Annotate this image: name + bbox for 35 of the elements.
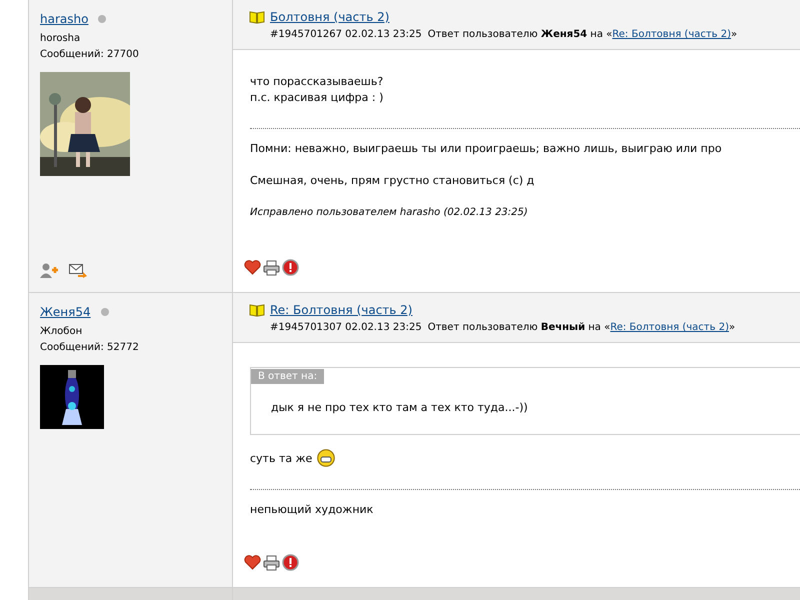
reply-info: Ответ пользователю Женя54 на « [428, 28, 612, 42]
user-title: Жлобон [40, 325, 84, 339]
signature-text: Помни: неважно, выиграешь ты или проиграешь; важно лишь, выиграю или про [250, 141, 723, 157]
signature-text: непьющий художник [250, 502, 374, 518]
printer-icon[interactable] [263, 260, 280, 276]
user-title: horosha [40, 32, 82, 46]
message-text: п.с. красивая цифра : ) [250, 90, 384, 106]
send-message-icon[interactable] [69, 264, 87, 278]
signature-text: Смешная, очень, прям грустно становиться (с) д [250, 173, 536, 189]
heart-icon[interactable] [244, 260, 261, 275]
message-text: что порассказываешь? [250, 74, 384, 90]
topic-link[interactable]: Re: Болтовня (часть 2) [270, 302, 412, 318]
book-icon [249, 10, 265, 24]
printer-icon[interactable] [263, 554, 280, 570]
warning-icon[interactable] [282, 259, 299, 276]
add-user-icon[interactable] [40, 263, 59, 278]
author-link[interactable]: harasho [40, 11, 88, 27]
quote-mark: » [731, 28, 738, 42]
topic-link[interactable]: Болтовня (часть 2) [270, 9, 390, 25]
reply-info: Ответ пользователю Вечный на « [428, 321, 610, 335]
edited-note: Исправлено пользователем harasho (02.02.13 23:25) [250, 206, 529, 220]
author-link[interactable]: Женя54 [40, 304, 91, 320]
warning-icon[interactable] [282, 554, 299, 571]
message-text: суть та же [250, 451, 312, 467]
heart-icon[interactable] [244, 555, 261, 570]
quote-label: В ответ на: [251, 369, 324, 384]
post-count: Сообщений: 27700 [40, 48, 140, 62]
post-meta: #1945701307 02.02.13 23:25 [270, 321, 422, 335]
quote-text: дык я не про тех кто там а тех кто туда...-)) [271, 400, 529, 416]
quote-mark: » [728, 321, 736, 335]
reply-link[interactable]: Re: Болтовня (часть 2) [612, 28, 732, 42]
post-meta: #1945701267 02.02.13 23:25 [270, 28, 422, 42]
book-icon [249, 304, 265, 316]
post-count: Сообщений: 52772 [40, 341, 140, 355]
reply-link[interactable]: Re: Болтовня (часть 2) [610, 321, 729, 335]
